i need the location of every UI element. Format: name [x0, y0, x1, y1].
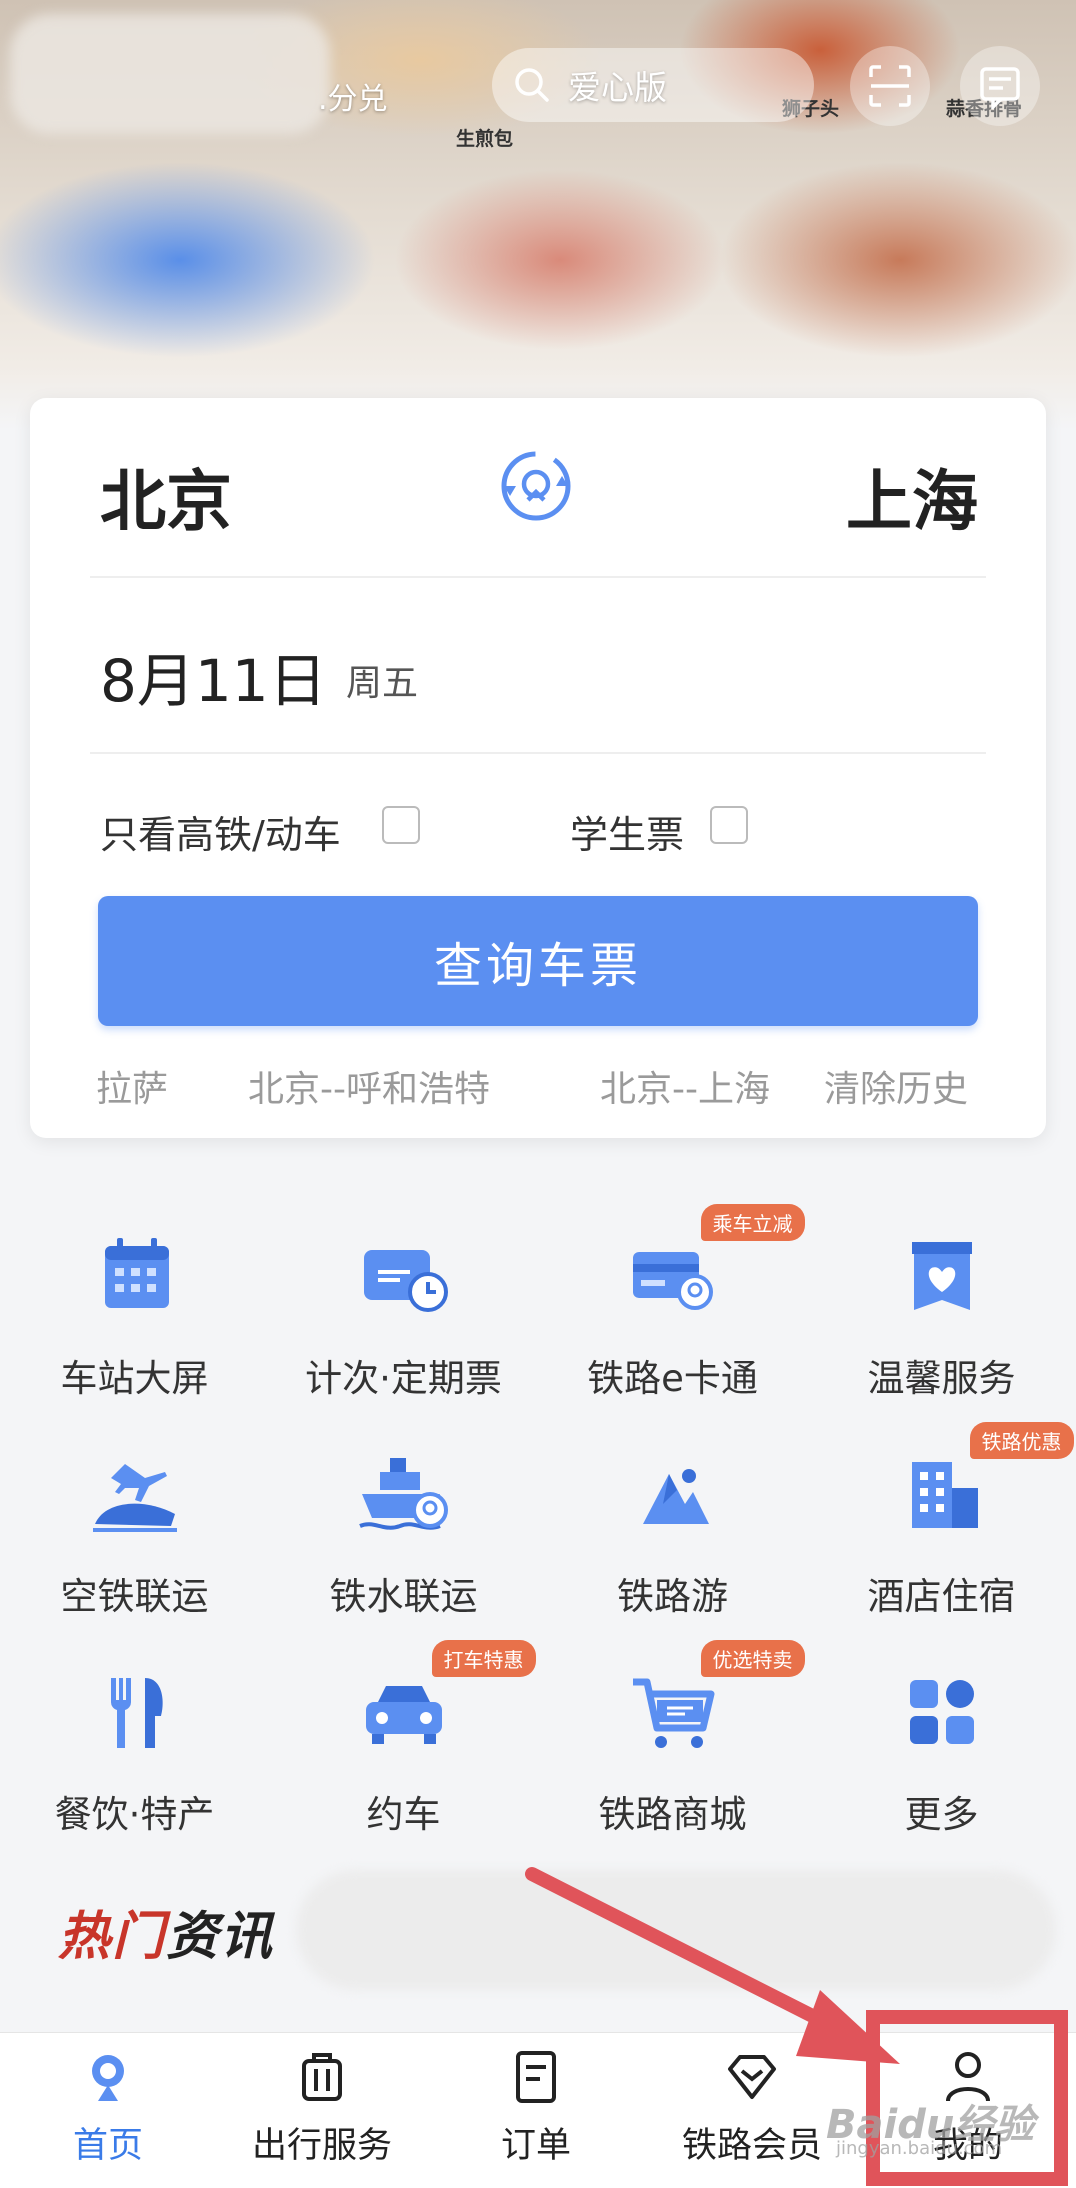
service-label: 铁路e卡通	[587, 1357, 758, 1400]
service-label: 温馨服务	[867, 1357, 1016, 1400]
clear-history-button[interactable]: 清除历史	[824, 1060, 968, 1112]
search-icon	[515, 68, 549, 102]
service-mall[interactable]: 优选特卖 铁路商城	[538, 1640, 807, 1838]
history-item[interactable]: 拉萨	[96, 1060, 168, 1112]
message-button[interactable]	[960, 46, 1040, 126]
search-label: 爱心版	[568, 68, 667, 107]
hotel-icon	[911, 1462, 978, 1528]
service-label: 餐饮·特产	[54, 1793, 215, 1836]
promo-tag: 优选特卖	[700, 1640, 805, 1677]
service-label: 酒店住宿	[867, 1575, 1016, 1618]
calendar-icon	[104, 1238, 169, 1308]
grid-more-icon	[909, 1680, 974, 1744]
annotation-arrow	[525, 1867, 900, 2064]
scan-button[interactable]	[850, 46, 930, 126]
tab-label: 订单	[500, 2126, 571, 2166]
service-car[interactable]: 打车特惠 约车	[269, 1640, 538, 1838]
tab-label: 铁路会员	[681, 2126, 822, 2166]
service-label: 计次·定期票	[305, 1357, 502, 1400]
service-food[interactable]: 餐饮·特产	[0, 1662, 269, 1838]
promo-tag: 打车特惠	[431, 1640, 536, 1677]
car-icon	[365, 1686, 442, 1744]
service-label: 铁路游	[617, 1575, 728, 1618]
divider	[90, 576, 986, 578]
tab-travel-services[interactable]: 出行服务	[222, 2047, 422, 2168]
watermark-url: jingyan.baidu.com	[836, 2138, 1003, 2159]
ticket-search-card: 北京 上海 8月11日 周五 只看高铁/动车 学生票 查询车票 拉萨 北京--呼…	[30, 398, 1046, 1138]
swap-cities-icon[interactable]	[496, 446, 576, 526]
service-label: 铁路商城	[598, 1793, 747, 1836]
promo-tag: 铁路优惠	[969, 1422, 1074, 1459]
arrival-city[interactable]: 上海	[846, 448, 978, 544]
service-label: 约车	[366, 1793, 441, 1836]
highspeed-only-label: 只看高铁/动车	[100, 813, 341, 857]
scan-icon	[869, 65, 911, 107]
service-label: 车站大屏	[60, 1357, 209, 1400]
service-station-screen[interactable]: 车站大屏	[0, 1226, 269, 1402]
service-rail-water[interactable]: 铁水联运	[269, 1444, 538, 1620]
promo-tag: 乘车立减	[700, 1204, 805, 1241]
railway-logo-icon	[92, 2055, 124, 2101]
service-periodic-ticket[interactable]: 计次·定期票	[269, 1226, 538, 1402]
tab-label: 首页	[72, 2126, 143, 2166]
message-icon	[980, 67, 1020, 109]
service-more[interactable]: 更多	[807, 1662, 1076, 1838]
service-label: 更多	[904, 1793, 979, 1836]
travel-date[interactable]: 8月11日	[100, 634, 327, 718]
plane-train-icon	[92, 1464, 177, 1532]
hot-news-title-part1: 热门	[58, 1907, 167, 1967]
divider	[90, 752, 986, 754]
mountain-icon	[642, 1469, 709, 1524]
history-item[interactable]: 北京--上海	[600, 1060, 770, 1112]
service-label: 空铁联运	[60, 1575, 209, 1618]
heart-service-icon	[911, 1242, 972, 1310]
service-hotel[interactable]: 铁路优惠 酒店住宿	[807, 1422, 1076, 1620]
departure-city[interactable]: 北京	[100, 448, 232, 544]
cart-icon	[632, 1678, 714, 1748]
tab-home[interactable]: 首页	[8, 2047, 208, 2168]
ecard-icon	[632, 1252, 713, 1310]
fork-knife-icon	[110, 1678, 163, 1748]
service-air-rail[interactable]: 空铁联运	[0, 1444, 269, 1620]
service-ecard[interactable]: 乘车立减 铁路e卡通	[538, 1204, 807, 1402]
suitcase-icon	[302, 2053, 342, 2101]
student-ticket-label: 学生票	[570, 813, 685, 857]
travel-weekday: 周五	[346, 663, 419, 704]
card-clock-icon	[363, 1250, 448, 1312]
hot-news-title: 热门资讯	[58, 1894, 274, 1969]
hot-news-title-part2: 资讯	[166, 1907, 275, 1967]
blurred-region	[10, 14, 330, 134]
service-rail-travel[interactable]: 铁路游	[538, 1444, 807, 1620]
search-bar[interactable]: 爱心版	[492, 48, 814, 122]
highspeed-only-checkbox[interactable]	[382, 806, 420, 844]
tab-label: 出行服务	[251, 2126, 392, 2166]
points-redeem-text[interactable]: .分兑	[318, 74, 388, 118]
food-label: 生煎包	[456, 128, 514, 150]
search-tickets-button[interactable]: 查询车票	[98, 896, 978, 1026]
service-warm-service[interactable]: 温馨服务	[807, 1226, 1076, 1402]
service-label: 铁水联运	[329, 1575, 478, 1618]
ship-train-icon	[358, 1458, 448, 1530]
student-ticket-checkbox[interactable]	[710, 806, 748, 844]
history-item[interactable]: 北京--呼和浩特	[248, 1060, 490, 1112]
